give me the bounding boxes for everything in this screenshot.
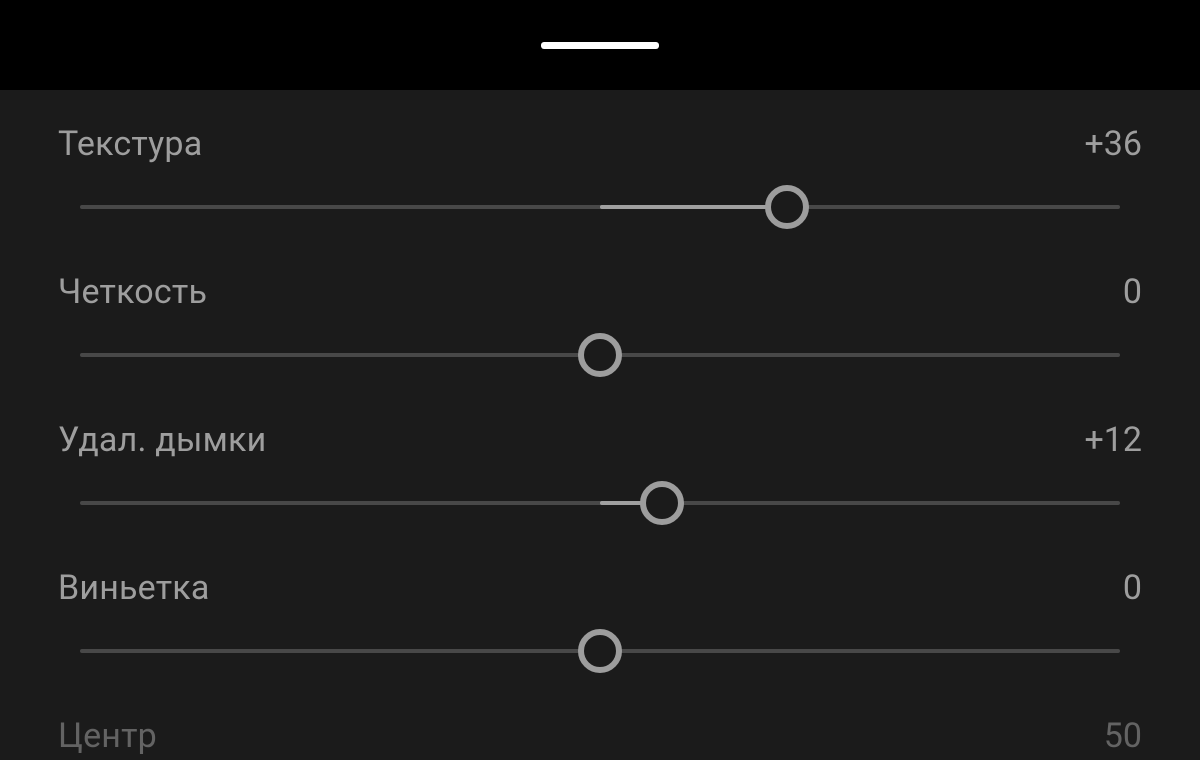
slider-handle[interactable] bbox=[640, 481, 684, 525]
slider-track[interactable] bbox=[58, 472, 1142, 534]
drag-handle-icon[interactable] bbox=[541, 42, 659, 49]
effects-panel: Текстура +36 Четкость 0 Удал. дымки +12 bbox=[0, 90, 1200, 756]
slider-vignette: Виньетка 0 bbox=[58, 534, 1142, 682]
slider-label: Центр bbox=[58, 716, 157, 756]
slider-label: Четкость bbox=[58, 272, 207, 312]
slider-midpoint: Центр 50 bbox=[58, 682, 1142, 756]
slider-label: Виньетка bbox=[58, 568, 210, 608]
slider-value: +12 bbox=[1084, 420, 1142, 460]
slider-label-row: Текстура +36 bbox=[58, 124, 1142, 166]
slider-label: Удал. дымки bbox=[58, 420, 266, 460]
sheet-top-bar bbox=[0, 0, 1200, 90]
slider-track[interactable] bbox=[58, 620, 1142, 682]
slider-texture: Текстура +36 bbox=[58, 90, 1142, 238]
slider-dehaze: Удал. дымки +12 bbox=[58, 386, 1142, 534]
slider-label-row: Удал. дымки +12 bbox=[58, 420, 1142, 462]
slider-value: 50 bbox=[1104, 716, 1142, 756]
slider-track-fill bbox=[600, 205, 787, 209]
slider-handle[interactable] bbox=[578, 333, 622, 377]
slider-label-row: Четкость 0 bbox=[58, 272, 1142, 314]
slider-handle[interactable] bbox=[578, 629, 622, 673]
slider-handle[interactable] bbox=[765, 185, 809, 229]
slider-label-row: Виньетка 0 bbox=[58, 568, 1142, 610]
slider-value: 0 bbox=[1123, 568, 1142, 608]
slider-track[interactable] bbox=[58, 176, 1142, 238]
slider-label: Текстура bbox=[58, 124, 202, 164]
slider-track[interactable] bbox=[58, 324, 1142, 386]
slider-value: +36 bbox=[1084, 124, 1142, 164]
slider-label-row: Центр 50 bbox=[58, 716, 1142, 756]
slider-clarity: Четкость 0 bbox=[58, 238, 1142, 386]
slider-value: 0 bbox=[1123, 272, 1142, 312]
